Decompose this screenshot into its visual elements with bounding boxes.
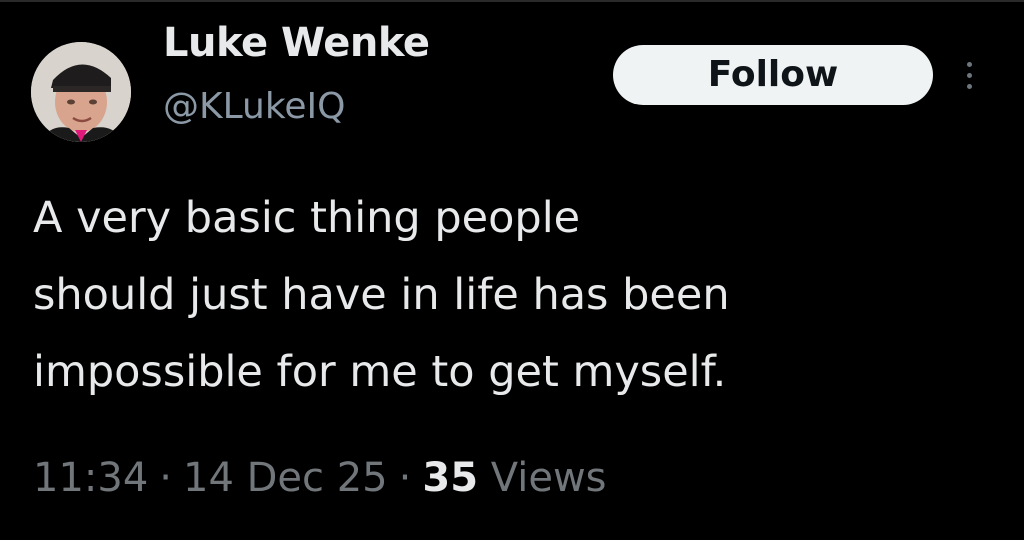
- author-handle[interactable]: @KLukeIQ: [163, 86, 346, 127]
- more-options-icon[interactable]: [958, 58, 982, 94]
- tweet-line: A very basic thing people: [33, 193, 581, 243]
- avatar-photo: [31, 42, 131, 142]
- top-divider: [0, 0, 1024, 2]
- follow-button[interactable]: Follow: [613, 45, 933, 105]
- author-display-name[interactable]: Luke Wenke: [163, 20, 430, 66]
- dot: [967, 62, 972, 67]
- separator: ·: [159, 455, 172, 501]
- tweet-time[interactable]: 11:34: [33, 455, 148, 501]
- views-count[interactable]: 35: [422, 455, 478, 501]
- views-label[interactable]: Views: [491, 455, 607, 501]
- dot: [967, 73, 972, 78]
- tweet-text: A very basic thing people should just ha…: [33, 180, 993, 411]
- avatar[interactable]: [31, 42, 131, 142]
- tweet-date[interactable]: 14 Dec 25: [183, 455, 388, 501]
- tweet-line: impossible for me to get myself.: [33, 347, 727, 397]
- dot: [967, 84, 972, 89]
- tweet-meta: 11:34 · 14 Dec 25 · 35 Views: [33, 455, 607, 501]
- tweet-line: should just have in life has been: [33, 270, 730, 320]
- separator: ·: [398, 455, 412, 501]
